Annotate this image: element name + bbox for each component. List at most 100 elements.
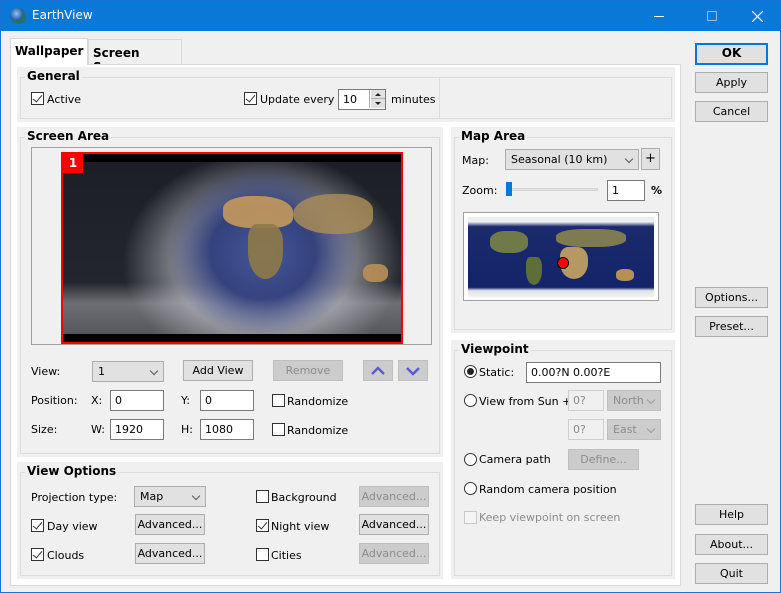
continent-australia (616, 269, 634, 281)
zoom-slider-thumb[interactable] (505, 182, 512, 196)
maximize-button[interactable] (689, 1, 735, 31)
night-view-label: Night view (271, 520, 330, 533)
zoom-percent-label: % (651, 184, 663, 197)
background-advanced-button[interactable]: Advanced... (359, 486, 429, 507)
view-label: View: (31, 365, 61, 378)
randomize-size-label: Randomize (287, 424, 349, 437)
zoom-input[interactable]: 1 (607, 180, 645, 201)
move-up-button[interactable] (363, 360, 393, 381)
land-africa (248, 224, 283, 279)
continent-south-america (526, 257, 542, 285)
night-view-advanced-button[interactable]: Advanced... (359, 514, 429, 535)
minutes-label: minutes (391, 93, 436, 106)
position-label: Position: (31, 394, 78, 407)
random-camera-label: Random camera position (479, 483, 617, 496)
map-label: Map: (462, 154, 489, 167)
projection-type-value: Map (140, 490, 164, 503)
sun-latitude-direction-select[interactable]: North (607, 390, 661, 411)
remove-view-button[interactable]: Remove (273, 360, 343, 381)
earthview-window: EarthView Wallpaper Screen Saver General… (0, 0, 781, 593)
sun-longitude-input[interactable]: 0? (568, 419, 604, 440)
update-every-label: Update every (260, 93, 335, 106)
chevron-down-icon (646, 424, 656, 434)
move-down-button[interactable] (398, 360, 428, 381)
title-bar: EarthView (1, 1, 780, 31)
view-from-sun-radio[interactable] (464, 394, 477, 407)
size-label: Size: (31, 423, 58, 436)
minimize-icon (654, 15, 664, 17)
tab-wallpaper[interactable]: Wallpaper (10, 38, 88, 65)
view-options-title: View Options (25, 464, 119, 478)
map-area-title: Map Area (459, 129, 528, 143)
preset-button[interactable]: Preset... (695, 316, 768, 337)
tab-screen-saver[interactable]: Screen Saver (88, 39, 182, 74)
randomize-size-checkbox[interactable] (272, 423, 285, 436)
camera-path-label: Camera path (479, 453, 551, 466)
chevron-down-icon (624, 154, 634, 164)
view-from-sun-label: View from Sun + (479, 395, 572, 408)
apply-button[interactable]: Apply (695, 72, 768, 93)
update-interval-spinner[interactable] (369, 90, 385, 108)
minimize-button[interactable] (636, 1, 682, 31)
viewpoint-marker[interactable] (557, 257, 569, 269)
day-view-advanced-button[interactable]: Advanced... (135, 514, 205, 535)
ok-button[interactable]: OK (695, 43, 768, 65)
y-label: Y: (181, 394, 190, 407)
about-button[interactable]: About... (695, 534, 768, 555)
active-label: Active (47, 93, 82, 106)
camera-path-radio[interactable] (464, 453, 477, 466)
position-x-input[interactable]: 0 (110, 390, 164, 411)
size-width-input[interactable]: 1920 (110, 419, 164, 440)
quit-button[interactable]: Quit (695, 563, 768, 584)
randomize-position-checkbox[interactable] (272, 394, 285, 407)
spin-up-button[interactable] (371, 90, 385, 99)
map-select[interactable]: Seasonal (10 km) (505, 149, 639, 170)
keep-viewpoint-checkbox[interactable] (464, 511, 477, 524)
spin-down-button[interactable] (371, 99, 385, 108)
night-view-checkbox[interactable] (256, 519, 269, 532)
sun-longitude-direction-select[interactable]: East (607, 419, 661, 440)
define-camera-path-button[interactable]: Define... (568, 449, 639, 470)
cities-label: Cities (271, 549, 302, 562)
help-button[interactable]: Help (695, 504, 768, 525)
static-coordinates-input[interactable]: 0.00?N 0.00?E (526, 362, 661, 383)
size-height-input[interactable]: 1080 (200, 419, 254, 440)
add-map-button[interactable]: + (641, 148, 660, 170)
land-asia (293, 194, 373, 234)
cities-advanced-button[interactable]: Advanced... (359, 543, 429, 564)
chevron-down-icon (406, 366, 420, 376)
cities-checkbox[interactable] (256, 548, 269, 561)
view-select[interactable]: 1 (92, 361, 164, 382)
cancel-button[interactable]: Cancel (695, 101, 768, 122)
background-checkbox[interactable] (256, 490, 269, 503)
sun-longitude-direction-value: East (613, 423, 637, 436)
random-camera-radio[interactable] (464, 482, 477, 495)
general-frame-right (438, 77, 672, 119)
zoom-slider-track[interactable] (508, 188, 598, 191)
add-view-button[interactable]: Add View (183, 360, 253, 381)
projection-type-label: Projection type: (31, 491, 118, 504)
options-button[interactable]: Options... (695, 287, 768, 308)
continent-eurasia (556, 229, 626, 247)
sun-latitude-input[interactable]: 0? (568, 390, 604, 411)
day-view-checkbox[interactable] (31, 519, 44, 532)
clouds-checkbox[interactable] (31, 548, 44, 561)
chevron-down-icon (646, 395, 656, 405)
world-map-image (468, 217, 654, 297)
chevron-down-icon (149, 366, 159, 376)
w-label: W: (91, 423, 105, 436)
screen-preview[interactable]: 1 (61, 152, 403, 344)
close-button[interactable] (734, 1, 780, 31)
position-y-input[interactable]: 0 (200, 390, 254, 411)
active-checkbox[interactable] (31, 92, 44, 105)
map-select-value: Seasonal (10 km) (511, 153, 608, 166)
screen-area-title: Screen Area (25, 129, 112, 143)
earth-app-icon (10, 8, 26, 24)
clouds-advanced-button[interactable]: Advanced... (135, 543, 205, 564)
projection-type-select[interactable]: Map (134, 486, 206, 507)
update-every-checkbox[interactable] (244, 92, 257, 105)
world-map-preview[interactable] (463, 212, 659, 301)
static-radio[interactable] (464, 365, 477, 378)
clouds-label: Clouds (47, 549, 85, 562)
arrow-up-icon (375, 92, 381, 96)
